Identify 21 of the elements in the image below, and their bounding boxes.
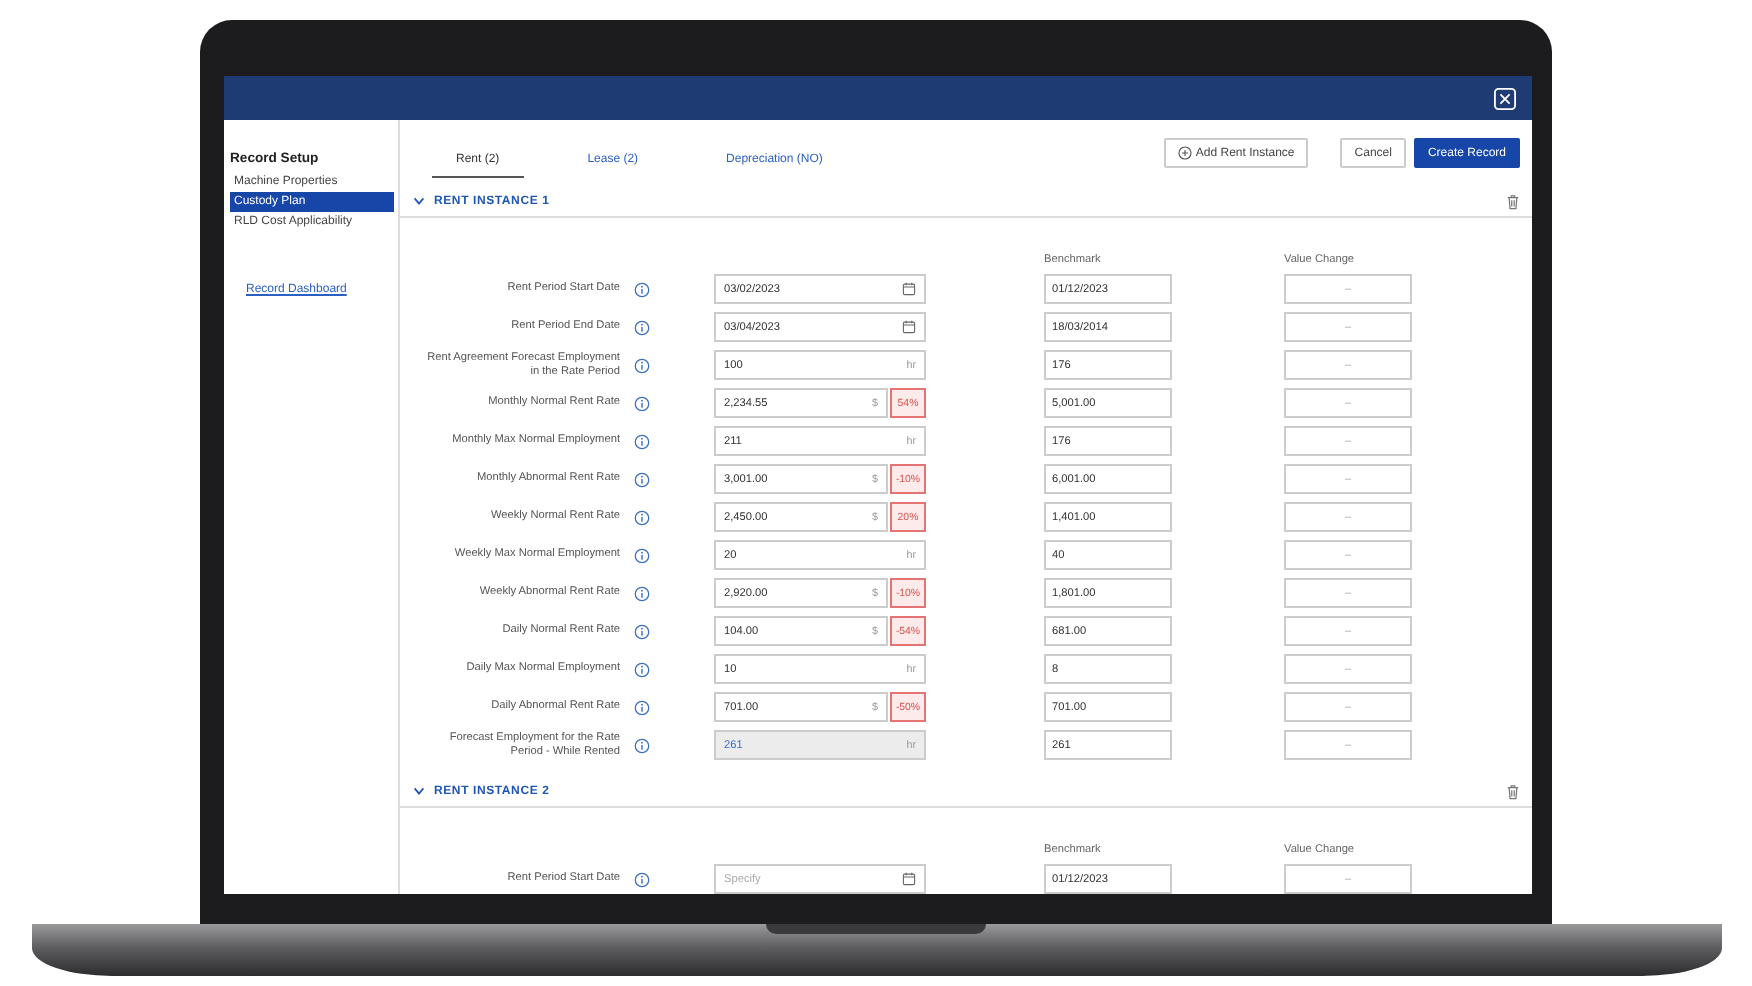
calendar-icon (902, 282, 916, 296)
info-icon (634, 623, 650, 639)
info-icon (634, 509, 650, 525)
calendar-icon (902, 320, 916, 334)
info-icon (634, 281, 650, 297)
info-icon (634, 871, 650, 887)
info-icon (634, 471, 650, 487)
info-icon (634, 547, 650, 563)
trash-icon (1506, 783, 1520, 799)
info-icon (634, 661, 650, 677)
info-icon (634, 699, 650, 715)
info-icon (634, 433, 650, 449)
plus-circle-icon (1177, 146, 1192, 160)
info-icon (634, 357, 650, 373)
info-icon (634, 319, 650, 335)
info-icon (634, 737, 650, 753)
info-icon (634, 585, 650, 601)
close-icon[interactable] (1494, 87, 1516, 109)
trash-icon (1506, 193, 1520, 209)
calendar-icon (902, 872, 916, 886)
info-icon (634, 395, 650, 411)
